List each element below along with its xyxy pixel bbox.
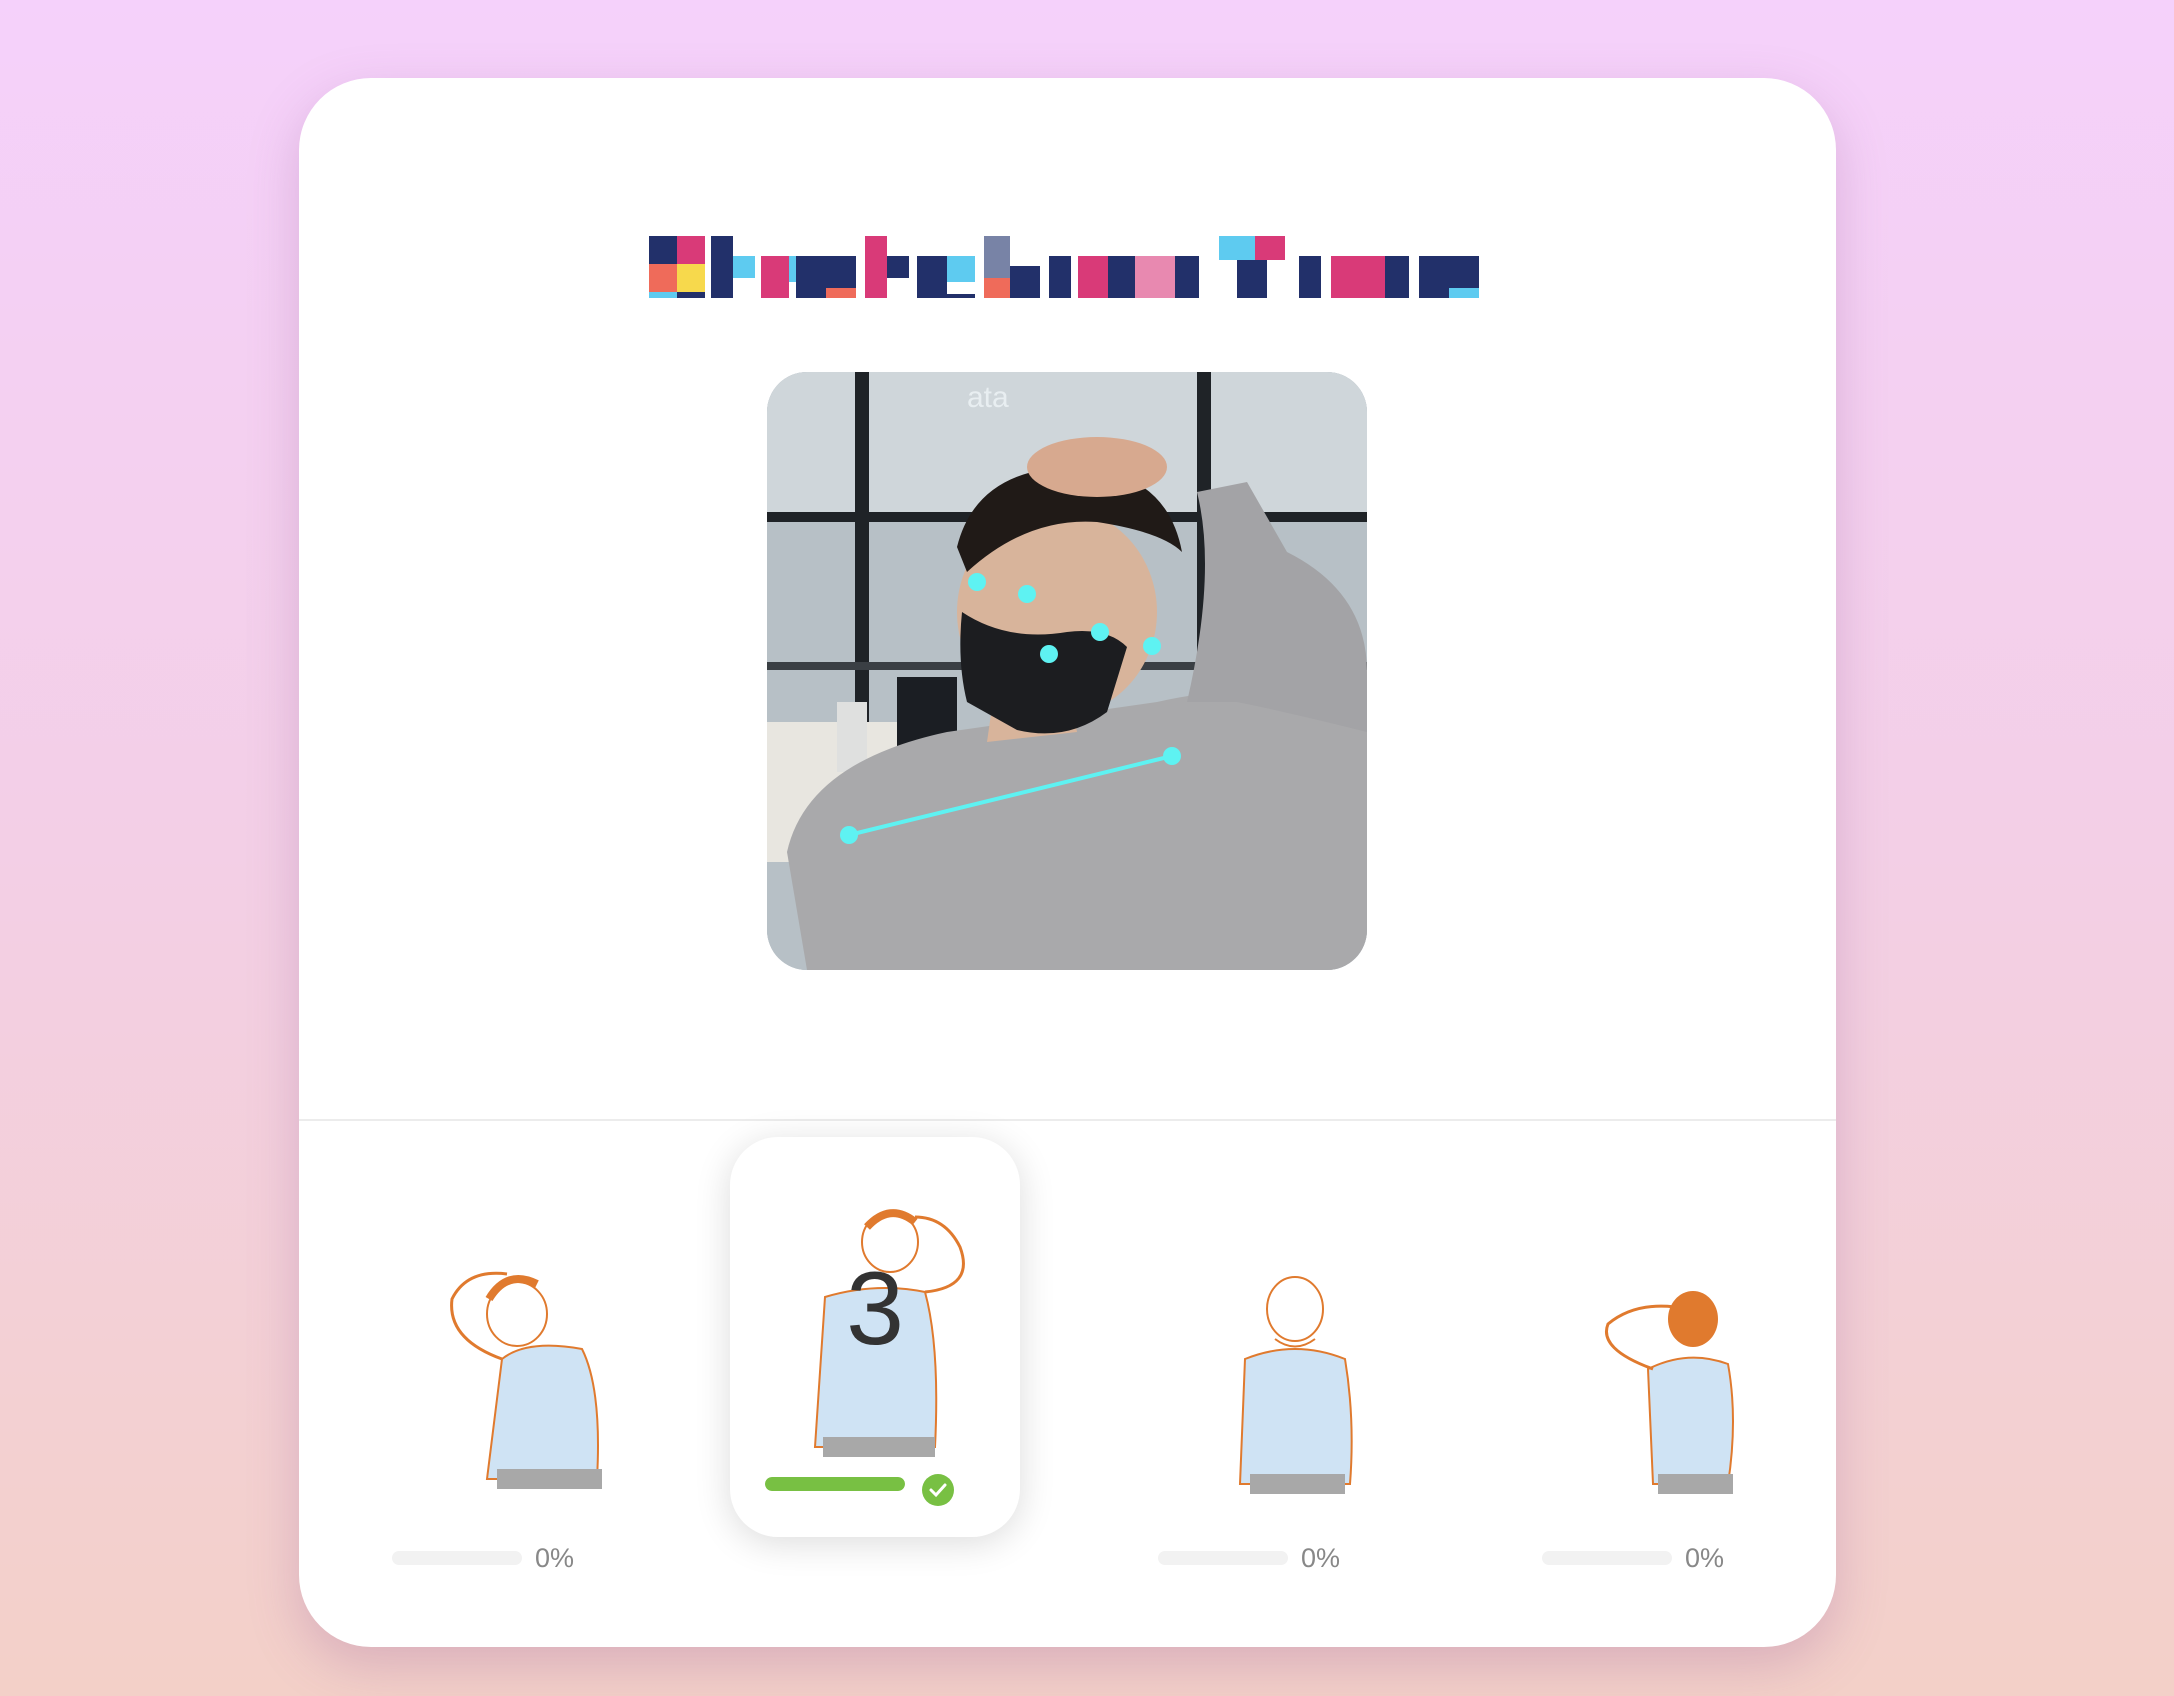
exercise-card-4[interactable]: 0% <box>1533 1179 1823 1579</box>
exercise-card-3[interactable]: 0% <box>1150 1179 1440 1579</box>
exercise-progress-label: 0% <box>1685 1543 1725 1573</box>
exercise-progress-bar <box>1158 1551 1288 1565</box>
app-title: Stretching Time <box>299 148 1836 342</box>
countdown-number: 3 <box>846 1251 904 1367</box>
watermark-text: ata <box>967 381 1009 414</box>
exercise-progress-label: 0% <box>1301 1543 1341 1573</box>
exercise-list: 0% 3 0% 0% <box>299 1121 1836 1647</box>
exercise-progress-bar <box>765 1477 905 1491</box>
exercise-card-2-active[interactable]: 3 <box>730 1137 1020 1537</box>
app-title-logo <box>649 236 1479 342</box>
hands-behind-head-figure <box>1605 1291 1734 1494</box>
webcam-feed: ata <box>767 372 1367 970</box>
head-tilt-left-figure <box>450 1271 602 1489</box>
neck-back-figure <box>1238 1276 1353 1494</box>
exercise-card-1[interactable]: 0% <box>382 1179 672 1579</box>
check-circle-icon <box>922 1474 954 1506</box>
main-card: Stretching Time <box>299 78 1836 1647</box>
exercise-progress-bar <box>1542 1551 1672 1565</box>
exercise-progress-label: 0% <box>535 1543 575 1573</box>
exercise-progress-bar <box>392 1551 522 1565</box>
